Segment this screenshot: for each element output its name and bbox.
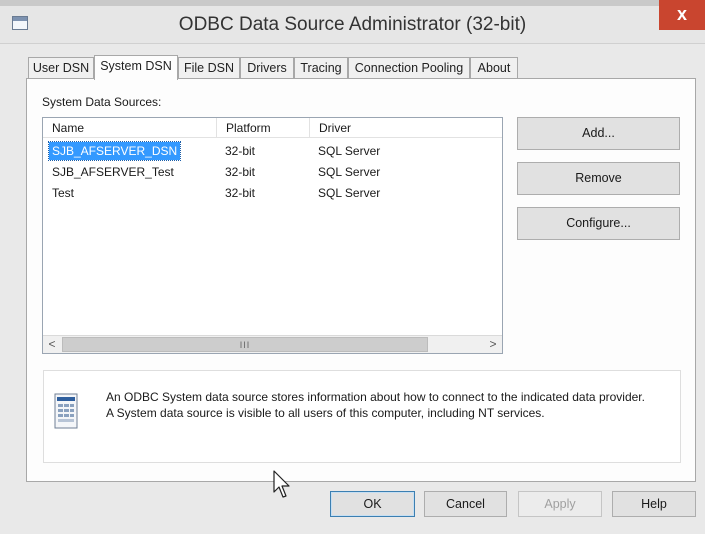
tab-drivers[interactable]: Drivers (240, 57, 294, 79)
row-name: SJB_AFSERVER_DSN (47, 141, 182, 161)
scroll-grip: III (239, 340, 251, 350)
apply-button[interactable]: Apply (518, 491, 602, 517)
configure-button[interactable]: Configure... (517, 207, 680, 240)
info-box: An ODBC System data source stores inform… (43, 370, 681, 463)
add-button[interactable]: Add... (517, 117, 680, 150)
info-text: An ODBC System data source stores inform… (106, 389, 676, 421)
row-driver: SQL Server (318, 165, 381, 179)
row-name-cell: SJB_AFSERVER_DSN (47, 141, 182, 161)
close-button[interactable]: x (659, 0, 705, 30)
data-source-icon (54, 393, 78, 429)
list-header: Name Platform Driver (43, 118, 502, 138)
row-name: SJB_AFSERVER_Test (52, 165, 174, 179)
row-platform: 32-bit (225, 165, 256, 179)
tab-file-dsn[interactable]: File DSN (178, 57, 240, 79)
cancel-button[interactable]: Cancel (424, 491, 507, 517)
window-title: ODBC Data Source Administrator (32-bit) (178, 14, 527, 35)
table-row[interactable]: SJB_AFSERVER_Test 32-bit SQL Server (43, 162, 502, 182)
tab-system-dsn[interactable]: System DSN (94, 55, 178, 80)
row-driver: SQL Server (318, 186, 381, 200)
table-row[interactable]: SJB_AFSERVER_DSN 32-bit SQL Server (43, 141, 502, 161)
remove-button[interactable]: Remove (517, 162, 680, 195)
data-sources-list[interactable]: Name Platform Driver SJB_AFSERVER_DSN 32… (42, 117, 503, 354)
tab-tracing[interactable]: Tracing (294, 57, 348, 79)
column-header-driver[interactable]: Driver (310, 118, 503, 138)
system-data-sources-label: System Data Sources: (42, 95, 162, 109)
scroll-right-button[interactable]: > (484, 336, 502, 353)
row-platform: 32-bit (225, 144, 256, 158)
tab-connection-pooling[interactable]: Connection Pooling (348, 57, 470, 79)
column-header-name[interactable]: Name (43, 118, 217, 138)
table-row[interactable]: Test 32-bit SQL Server (43, 183, 502, 203)
row-driver: SQL Server (318, 144, 381, 158)
scroll-thumb[interactable]: III (62, 337, 428, 352)
row-name: Test (52, 186, 75, 200)
info-line-1: An ODBC System data source stores inform… (106, 390, 645, 404)
tab-user-dsn[interactable]: User DSN (28, 57, 94, 79)
row-platform: 32-bit (225, 186, 256, 200)
horizontal-scrollbar[interactable]: < III > (43, 335, 502, 353)
column-header-platform[interactable]: Platform (217, 118, 310, 138)
title-bar[interactable]: ODBC Data Source Administrator (32-bit) … (0, 0, 705, 44)
info-line-2: A System data source is visible to all u… (106, 406, 545, 420)
scroll-left-button[interactable]: < (43, 336, 61, 353)
help-button[interactable]: Help (612, 491, 696, 517)
mouse-cursor-icon (273, 470, 290, 498)
tab-about[interactable]: About (470, 57, 518, 79)
ok-button[interactable]: OK (330, 491, 415, 517)
